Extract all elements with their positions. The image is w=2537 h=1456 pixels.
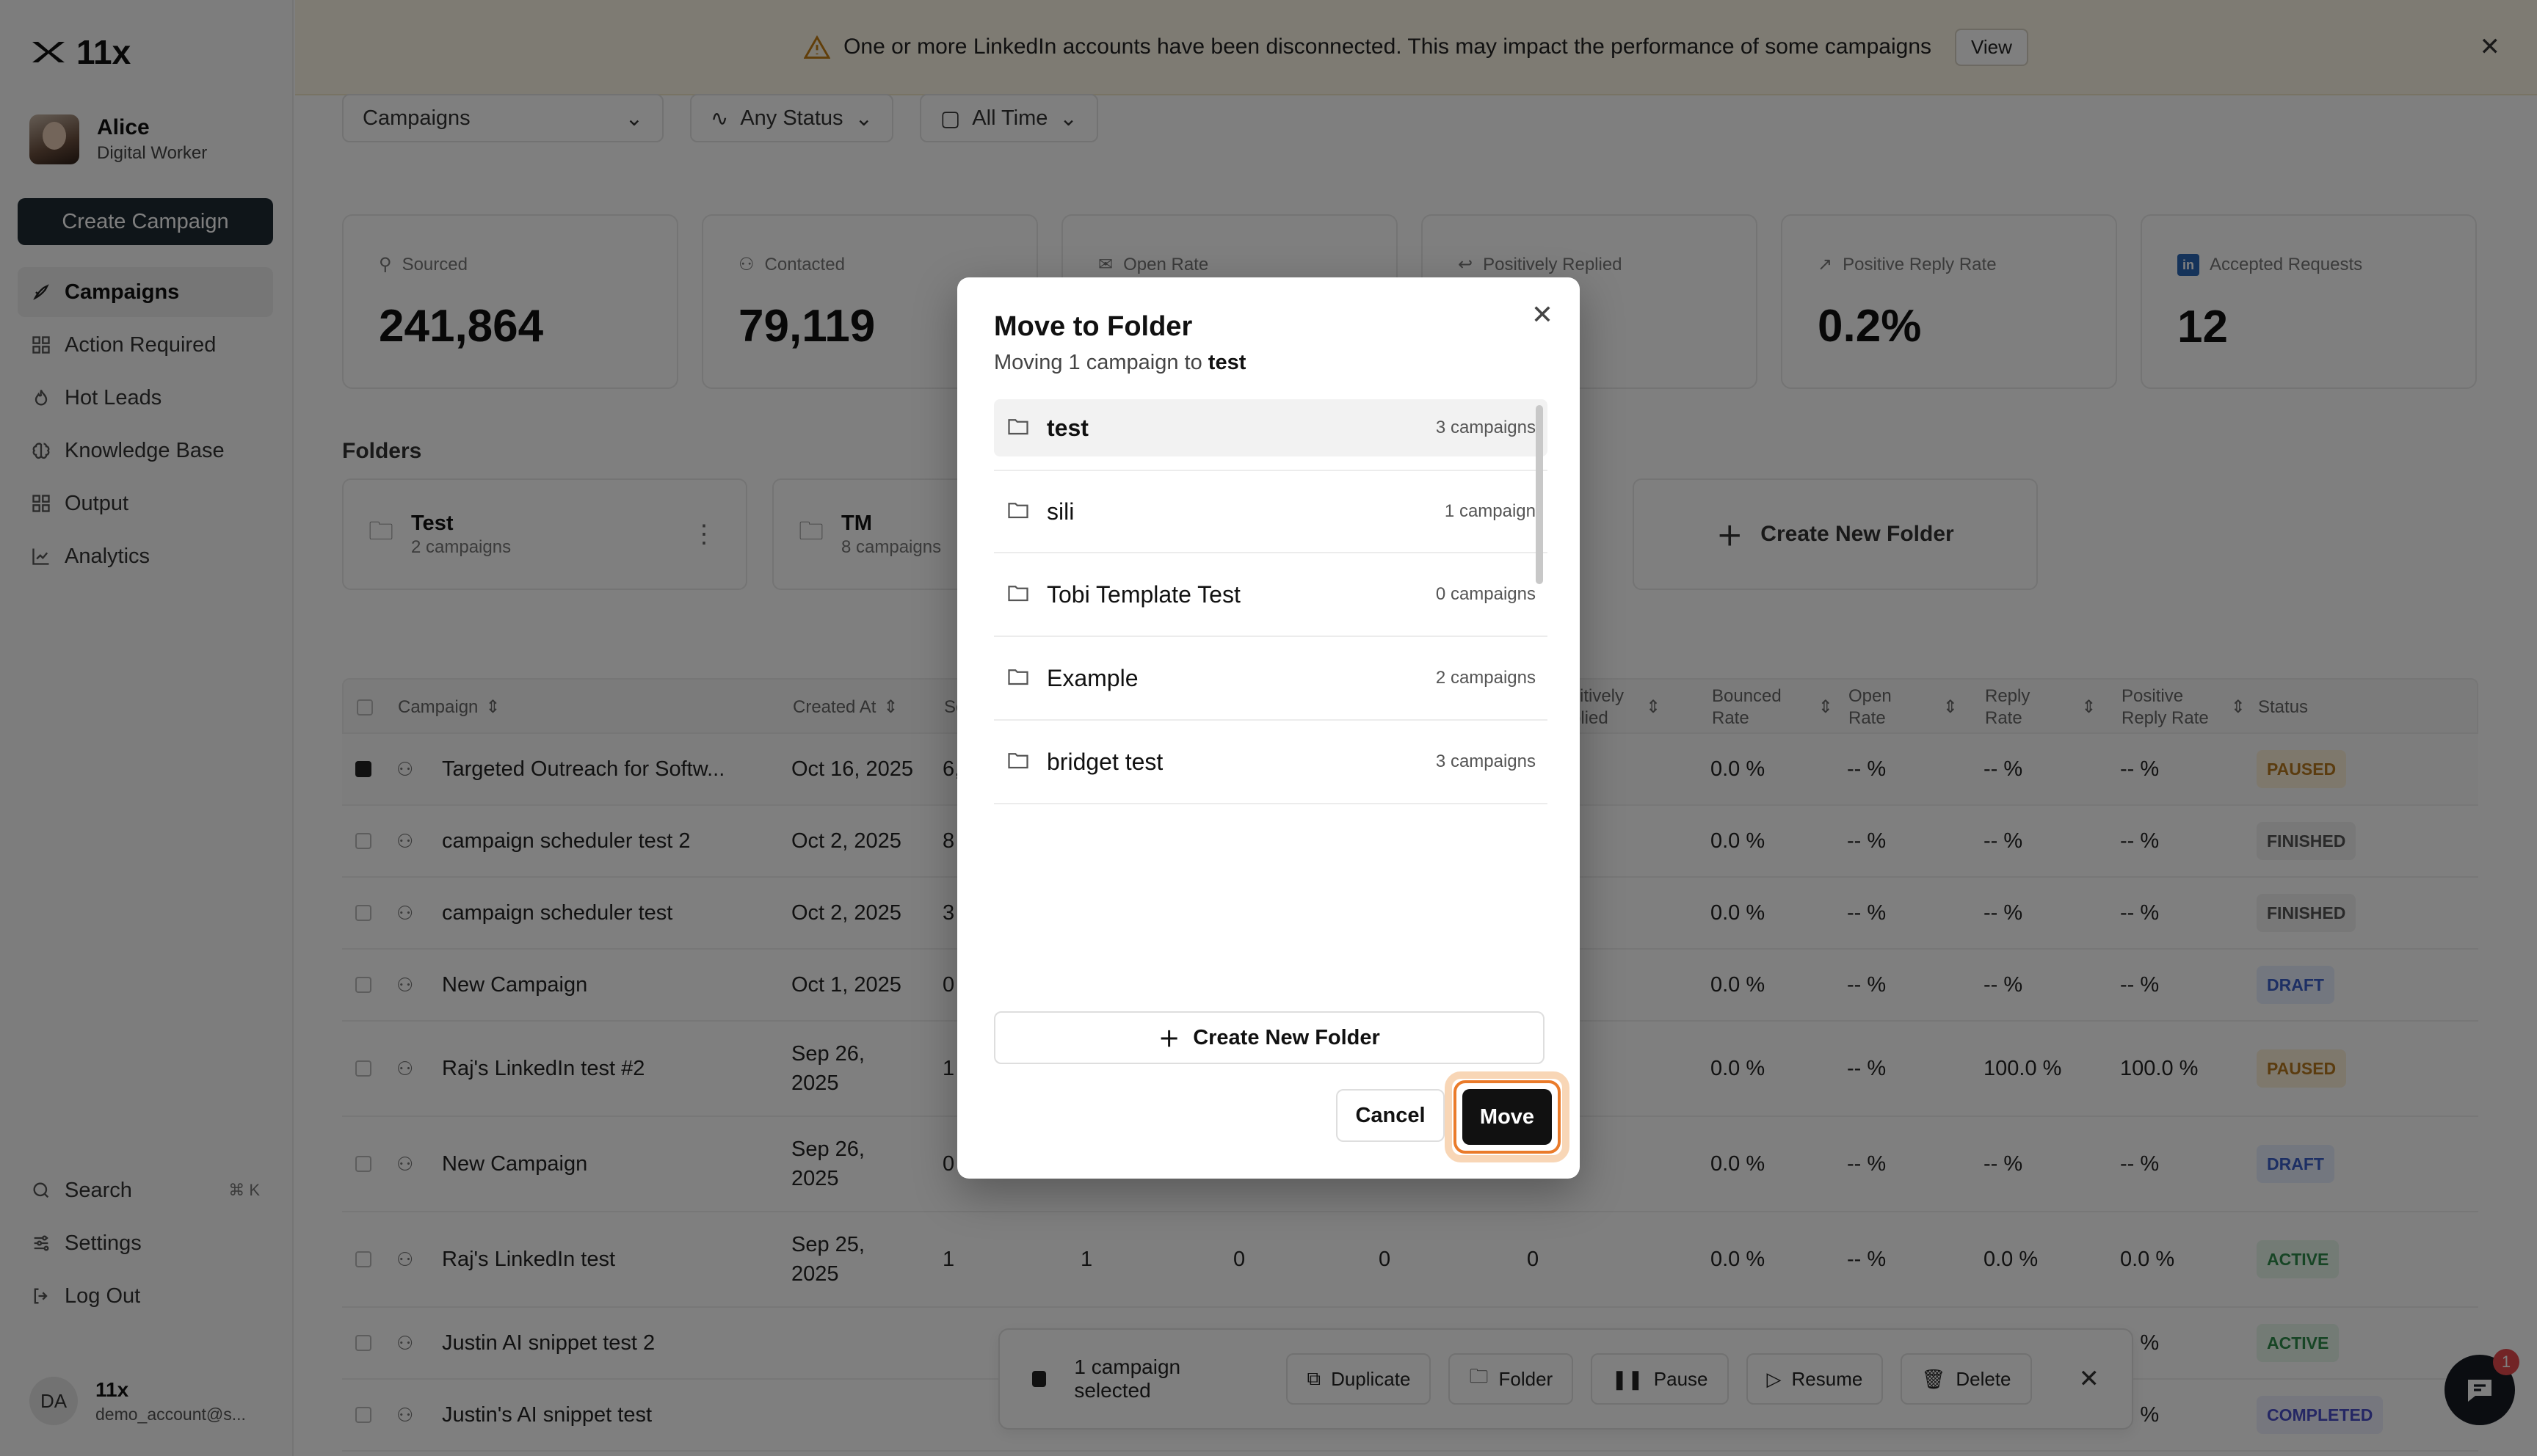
folder-option-name: Example xyxy=(1047,664,1139,691)
folder-option-count: 1 campaign xyxy=(1444,501,1536,521)
folder-option-count: 3 campaigns xyxy=(1435,751,1536,771)
button-label: Create New Folder xyxy=(1193,1025,1380,1049)
create-new-folder-button[interactable]: ＋ Create New Folder xyxy=(994,1011,1545,1064)
folder-option-name: sili xyxy=(1047,498,1075,525)
subtitle-target: test xyxy=(1208,351,1246,374)
folder-icon xyxy=(1007,500,1029,523)
folder-icon xyxy=(1007,667,1029,690)
close-icon[interactable]: ✕ xyxy=(1531,299,1553,330)
folder-option[interactable]: Tobi Template Test 0 campaigns xyxy=(994,553,1547,637)
folder-list: test 3 campaigns sili 1 campaign Tobi Te… xyxy=(994,399,1547,825)
dialog-title: Move to Folder xyxy=(994,311,1193,342)
move-button[interactable]: Move xyxy=(1462,1089,1552,1145)
folder-option-name: test xyxy=(1047,414,1089,441)
cancel-button[interactable]: Cancel xyxy=(1336,1089,1445,1142)
folder-option[interactable]: test 3 campaigns xyxy=(994,399,1547,456)
folder-option-name: Tobi Template Test xyxy=(1047,580,1241,608)
folder-icon xyxy=(1007,583,1029,606)
plus-icon: ＋ xyxy=(1158,1028,1180,1052)
folder-option[interactable]: sili 1 campaign xyxy=(994,470,1547,553)
folder-option-count: 2 campaigns xyxy=(1435,668,1536,688)
subtitle-prefix: Moving 1 campaign to xyxy=(994,351,1202,374)
folder-icon xyxy=(1007,751,1029,774)
folder-option-name: bridget test xyxy=(1047,748,1164,775)
folder-option[interactable]: Example 2 campaigns xyxy=(994,637,1547,721)
folder-option[interactable]: Marketing 0 campaigns xyxy=(994,804,1547,825)
folder-icon xyxy=(1007,417,1029,440)
folder-option-count: 0 campaigns xyxy=(1435,584,1536,604)
dialog-subtitle: Moving 1 campaign to test xyxy=(994,351,1246,375)
move-to-folder-dialog: Move to Folder Moving 1 campaign to test… xyxy=(957,277,1580,1179)
folder-option-count: 3 campaigns xyxy=(1435,418,1536,437)
scrollbar[interactable] xyxy=(1536,405,1543,584)
folder-option[interactable]: bridget test 3 campaigns xyxy=(994,721,1547,804)
